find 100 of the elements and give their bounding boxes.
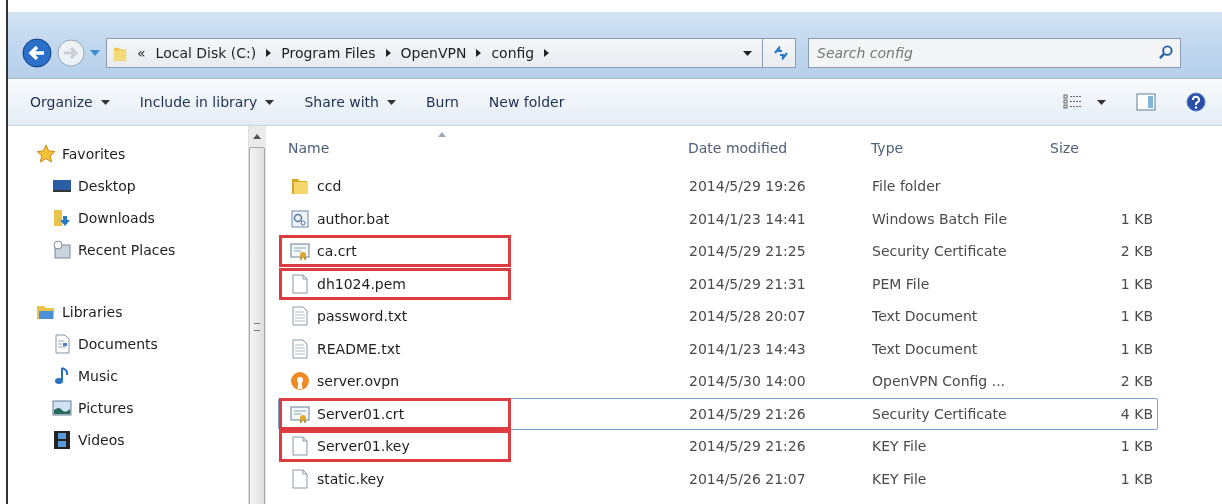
column-header[interactable]: Date modified [678, 140, 861, 156]
film-strip-icon [52, 430, 72, 450]
blank-file-icon [290, 468, 310, 489]
file-name: README.txt [317, 340, 401, 357]
overflow-chevron[interactable]: « [137, 45, 146, 61]
focused-row[interactable]: Server01.crt 2014/5/29 21:26 Security Certificate 4 KB [278, 397, 1158, 430]
table-cell-text: 4 KB [1119, 405, 1154, 422]
sidebar-group[interactable]: Libraries [36, 296, 248, 328]
chevron-icon[interactable] [385, 49, 391, 57]
table-cell-text: 2014/5/29 21:26 [688, 405, 807, 422]
refresh-icon[interactable] [773, 46, 789, 60]
sidebar-item[interactable]: Videos [36, 424, 248, 456]
document-icon [52, 334, 72, 354]
downloads-folder-icon [52, 208, 72, 228]
table-cell-text: 1 KB [1119, 210, 1154, 227]
sidebar-item[interactable]: Pictures [36, 392, 248, 424]
table-cell-text: 2014/5/29 21:31 [688, 275, 807, 292]
table-cell-text: 2014/1/23 14:43 [688, 340, 807, 357]
table-cell-text: 2014/5/29 21:25 [688, 243, 807, 260]
search-field[interactable]: Search config [808, 38, 1181, 68]
table-cell-text: Security Certificate [871, 405, 1008, 422]
table-cell-text: Text Document [871, 308, 979, 325]
keyhole-logo-icon [290, 371, 310, 392]
caret-icon[interactable] [1097, 99, 1106, 105]
file-name: server.ovpn [317, 373, 400, 390]
file-name: author.bat [317, 210, 390, 227]
table-cell-text: KEY File [871, 470, 928, 487]
file-row[interactable]: static.key 2014/5/26 21:07 KEY File 1 KB [278, 462, 1158, 495]
breadcrumb[interactable]: OpenVPN [400, 45, 467, 61]
help-icon[interactable] [1186, 92, 1206, 112]
table-cell-text: File folder [871, 178, 942, 195]
dropdown-arrow-icon[interactable] [743, 50, 752, 56]
table-cell-text: Windows Batch File [871, 210, 1009, 227]
table-cell-text: 2 KB [1119, 243, 1154, 260]
file-name: password.txt [317, 308, 408, 325]
search-icon[interactable] [1158, 45, 1173, 60]
certificate-icon [290, 241, 310, 262]
file-name: ca.crt [317, 243, 357, 260]
column-header[interactable]: Size [1036, 140, 1146, 156]
toolbar-button[interactable]: Include in library [131, 90, 283, 114]
table-cell-text: 2014/5/29 19:26 [688, 178, 807, 195]
sidebar-item[interactable]: Downloads [36, 202, 248, 234]
caret-icon [100, 99, 110, 105]
toolbar-button[interactable]: Burn [417, 90, 467, 114]
breadcrumb[interactable]: config [491, 45, 535, 61]
sidebar-item[interactable]: Music [36, 360, 248, 392]
chevron-icon[interactable] [476, 49, 482, 57]
sidebar-item[interactable]: Desktop [36, 170, 248, 202]
file-name: Server01.key [317, 438, 410, 455]
file-name: static.key [317, 470, 385, 487]
table-cell-text: PEM File [871, 275, 931, 292]
star-icon [36, 144, 56, 164]
text-file-icon [290, 338, 310, 359]
text-file-icon [290, 306, 310, 327]
blank-file-icon [290, 273, 310, 294]
file-row[interactable]: Server01.key 2014/5/29 21:26 KEY File 1 KB [278, 430, 1158, 463]
breadcrumb[interactable]: Local Disk (C:) [155, 45, 257, 61]
table-cell-text: KEY File [871, 438, 928, 455]
table-cell-text: 2014/5/30 14:00 [688, 373, 807, 390]
recent-places-icon [52, 240, 72, 260]
table-cell-text: 1 KB [1119, 308, 1154, 325]
sidebar-item[interactable]: Recent Places [36, 234, 248, 266]
table-cell-text: 1 KB [1119, 470, 1154, 487]
file-row[interactable]: ca.crt 2014/5/29 21:25 Security Certificate 2 KB [278, 235, 1158, 268]
table-cell-text: 1 KB [1119, 340, 1154, 357]
caret-icon [265, 99, 275, 105]
file-row[interactable]: README.txt 2014/1/23 14:43 Text Document 1 KB [278, 332, 1158, 365]
toolbar-button[interactable]: Organize [22, 90, 118, 114]
table-cell-text: 2 KB [1119, 373, 1154, 390]
toolbar-button[interactable]: New folder [480, 90, 573, 114]
scroll-up-icon[interactable] [253, 134, 261, 139]
file-name: ccd [317, 178, 342, 195]
file-row[interactable]: ccd 2014/5/29 19:26 File folder [278, 170, 1158, 203]
sidebar-item[interactable]: Documents [36, 328, 248, 360]
view-options-icon[interactable] [1063, 94, 1083, 110]
column-header[interactable]: Name [278, 140, 678, 156]
sidebar-group[interactable]: Favorites [36, 138, 248, 170]
sort-arrow-icon [438, 132, 446, 137]
table-cell-text: Text Document [871, 340, 979, 357]
address-bar[interactable]: « Local Disk (C:) Program Files OpenVPN config [106, 38, 796, 68]
table-cell-text: 2014/1/23 14:41 [688, 210, 807, 227]
breadcrumb[interactable]: Program Files [281, 45, 376, 61]
gear-document-icon [290, 208, 310, 229]
table-cell-text: Security Certificate [871, 243, 1008, 260]
file-row[interactable]: password.txt 2014/5/28 20:07 Text Document 1 KB [278, 300, 1158, 333]
file-row[interactable]: dh1024.pem 2014/5/29 21:31 PEM File 1 KB [278, 267, 1158, 300]
table-cell-text: 2014/5/26 21:07 [688, 470, 807, 487]
chevron-icon[interactable] [266, 49, 272, 57]
toolbar-button[interactable]: Share with [296, 90, 404, 114]
chevron-icon[interactable] [544, 49, 550, 57]
table-cell-text: 1 KB [1119, 275, 1154, 292]
file-row[interactable]: server.ovpn 2014/5/30 14:00 OpenVPN Config ... 2 KB [278, 365, 1158, 398]
table-cell-text: 2014/5/29 21:26 [688, 438, 807, 455]
back-button[interactable] [22, 38, 52, 68]
pictures-icon [52, 398, 72, 418]
file-name: dh1024.pem [317, 275, 406, 292]
folder-icon [290, 176, 310, 197]
column-header[interactable]: Type [861, 140, 1036, 156]
certificate-icon [290, 403, 310, 424]
file-row[interactable]: author.bat 2014/1/23 14:41 Windows Batch File 1 KB [278, 202, 1158, 235]
